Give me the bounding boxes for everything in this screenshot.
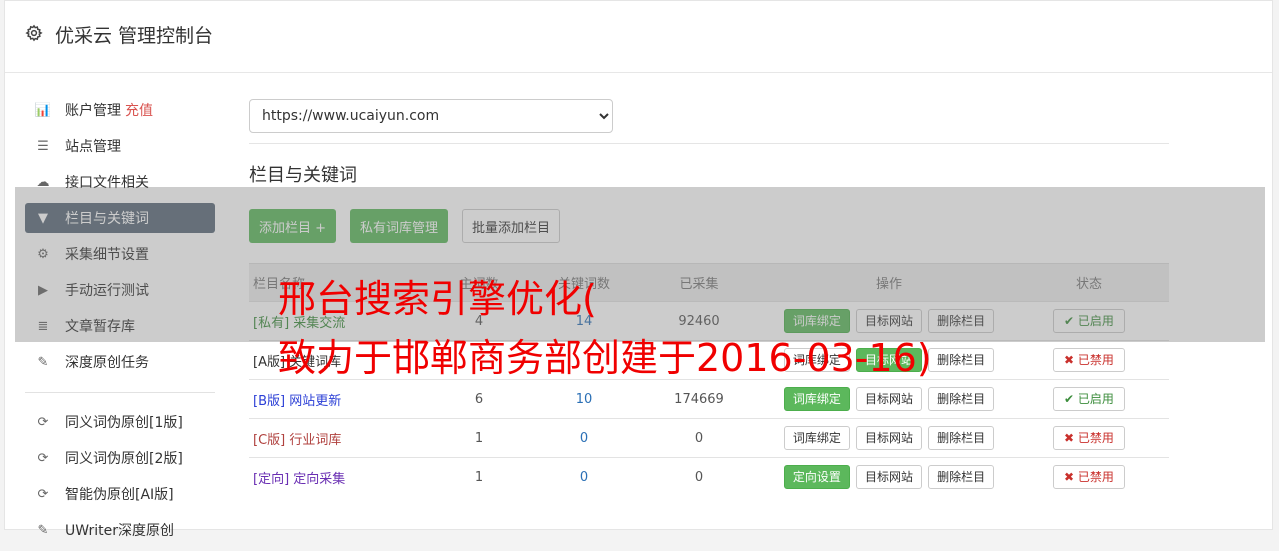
column-name-cell: [定向] 定向采集 — [249, 457, 419, 497]
status-label: 已禁用 — [1077, 353, 1114, 367]
status-cell: ✔ 已启用 — [1009, 379, 1169, 419]
column-name-link[interactable]: [B版] 网站更新 — [253, 394, 341, 409]
collected-count: 0 — [629, 418, 769, 458]
sidebar-item-label: 同义词伪原创[2版] — [65, 451, 183, 467]
sidebar-item-label: 同义词伪原创[1版] — [65, 415, 183, 431]
operations-cell: 定向设置 目标网站 删除栏目 — [769, 457, 1009, 497]
edit-icon: ✎ — [37, 354, 49, 370]
column-name-link[interactable]: [定向] 定向采集 — [253, 472, 345, 487]
lexicon-bind-button[interactable]: 词库绑定 — [783, 426, 850, 450]
main-word-count: 1 — [419, 418, 539, 458]
sidebar-item-label: UWriter深度原创 — [65, 523, 174, 539]
sidebar-divider — [25, 392, 215, 393]
column-name-link[interactable]: [C版] 行业词库 — [253, 433, 341, 448]
status-toggle-button[interactable]: ✖ 已禁用 — [1053, 348, 1125, 372]
cross-icon: ✖ — [1064, 431, 1078, 445]
status-toggle-button[interactable]: ✖ 已禁用 — [1053, 465, 1125, 490]
delete-column-button[interactable]: 删除栏目 — [928, 387, 995, 411]
sidebar-item-b-2[interactable]: ⟳ 智能伪原创[AI版] — [25, 479, 215, 509]
main-word-count: 1 — [419, 457, 539, 497]
lexicon-bind-button[interactable]: 定向设置 — [783, 465, 850, 490]
delete-column-button[interactable]: 删除栏目 — [928, 465, 995, 490]
sidebar-item-label: 智能伪原创[AI版] — [65, 487, 174, 503]
keyword-count-cell: 0 — [539, 418, 629, 458]
server-icon: ☰ — [37, 138, 49, 154]
sidebar-item-label: 深度原创任务 — [65, 355, 149, 371]
recharge-link[interactable]: 充值 — [125, 100, 153, 120]
sidebar-item-b-0[interactable]: ⟳ 同义词伪原创[1版] — [25, 407, 215, 437]
table-row: [定向] 定向采集 1 0 0 定向设置 目标网站 删除栏目 ✖ 已禁用 — [249, 457, 1169, 497]
target-site-button[interactable]: 目标网站 — [855, 465, 922, 490]
refresh-icon: ⟳ — [37, 486, 49, 502]
column-name-cell: [C版] 行业词库 — [249, 418, 419, 458]
keyword-count-link[interactable]: 10 — [576, 392, 593, 407]
keyword-count-link[interactable]: 0 — [580, 470, 588, 485]
sidebar-item-b-3[interactable]: ✎ UWriter深度原创 — [25, 515, 215, 545]
collected-count: 174669 — [629, 379, 769, 419]
delete-column-button[interactable]: 删除栏目 — [928, 348, 995, 372]
sidebar-item-a-7[interactable]: ✎ 深度原创任务 — [25, 347, 215, 377]
check-icon: ✔ — [1064, 392, 1078, 406]
keyword-count-link[interactable]: 0 — [580, 431, 588, 446]
page-title: 优采云 管理控制台 — [55, 25, 214, 47]
status-cell: ✖ 已禁用 — [1009, 457, 1169, 497]
cross-icon: ✖ — [1064, 353, 1078, 367]
status-label: 已启用 — [1077, 392, 1114, 406]
refresh-icon: ⟳ — [37, 414, 49, 430]
cross-icon: ✖ — [1064, 470, 1078, 485]
target-site-button[interactable]: 目标网站 — [855, 387, 922, 411]
section-title: 栏目与关键词 — [249, 165, 357, 186]
status-cell: ✖ 已禁用 — [1009, 418, 1169, 458]
sidebar-item-label: 账户管理 — [65, 103, 121, 119]
sidebar-item-b-1[interactable]: ⟳ 同义词伪原创[2版] — [25, 443, 215, 473]
lexicon-bind-button[interactable]: 词库绑定 — [783, 387, 850, 411]
status-cell: ✖ 已禁用 — [1009, 340, 1169, 380]
status-label: 已禁用 — [1077, 470, 1114, 485]
divider — [249, 143, 1169, 144]
bar-chart-icon: 📊 — [34, 102, 52, 118]
watermark-line-1: 邢台搜索引擎优化( — [278, 277, 597, 321]
table-row: [B版] 网站更新 6 10 174669 词库绑定 目标网站 删除栏目 ✔ 已启用 — [249, 379, 1169, 419]
status-toggle-button[interactable]: ✔ 已启用 — [1053, 387, 1125, 411]
top-bar: 优采云 管理控制台 — [5, 1, 1272, 73]
status-toggle-button[interactable]: ✖ 已禁用 — [1053, 426, 1125, 450]
keyword-count-cell: 0 — [539, 457, 629, 497]
sidebar-item-a-0[interactable]: 📊 账户管理 充值 — [25, 95, 215, 125]
collected-count: 0 — [629, 457, 769, 497]
table-row: [C版] 行业词库 1 0 0 词库绑定 目标网站 删除栏目 ✖ 已禁用 — [249, 418, 1169, 458]
watermark-overlay — [15, 187, 1265, 342]
sidebar-item-label: 站点管理 — [65, 139, 121, 155]
gear-icon — [25, 24, 43, 42]
column-name-cell: [B版] 网站更新 — [249, 379, 419, 419]
refresh-icon: ⟳ — [37, 450, 49, 466]
watermark-line-2: 致力于邯郸商务部创建于2016-03-16) — [278, 336, 932, 380]
keyword-count-cell: 10 — [539, 379, 629, 419]
edit-icon: ✎ — [37, 522, 49, 538]
status-label: 已禁用 — [1077, 431, 1114, 445]
main-word-count: 6 — [419, 379, 539, 419]
target-site-button[interactable]: 目标网站 — [855, 426, 922, 450]
operations-cell: 词库绑定 目标网站 删除栏目 — [769, 418, 1009, 458]
operations-cell: 词库绑定 目标网站 删除栏目 — [769, 379, 1009, 419]
site-select[interactable]: https://www.ucaiyun.com — [249, 99, 613, 133]
sidebar-item-a-1[interactable]: ☰ 站点管理 — [25, 131, 215, 161]
delete-column-button[interactable]: 删除栏目 — [928, 426, 995, 450]
